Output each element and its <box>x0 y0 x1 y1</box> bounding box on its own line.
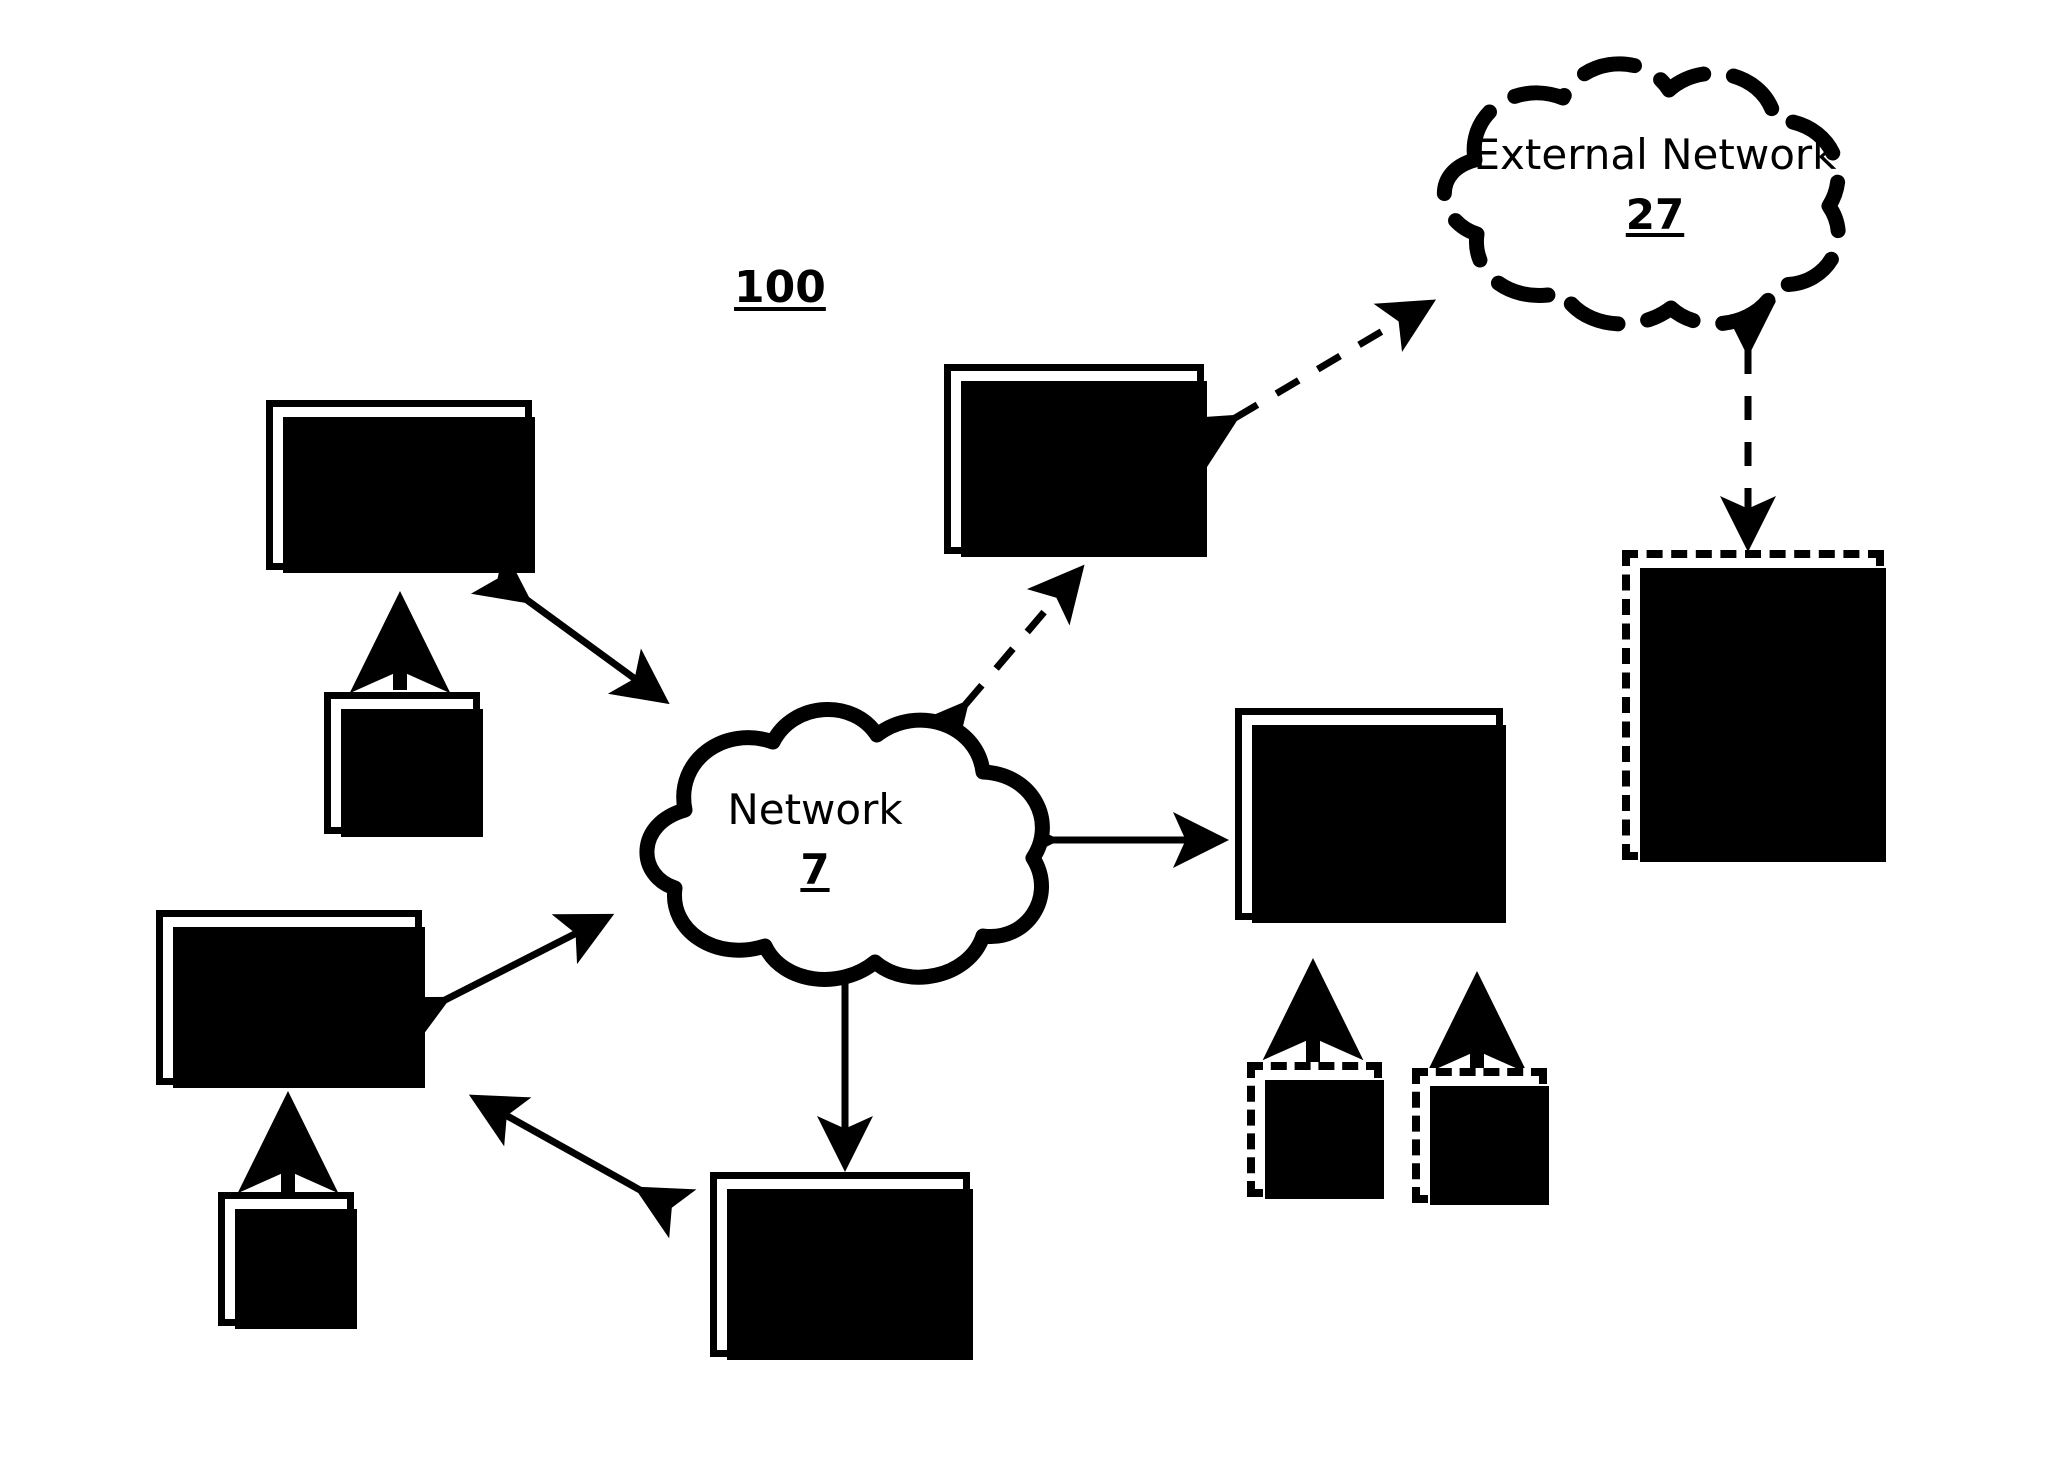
node-network-controller-title: Network Controller <box>1265 733 1473 833</box>
node-access-point[interactable]: Access Point 13 <box>944 364 1207 557</box>
node-id-10a-controller[interactable]: I.D. 10A <box>1412 1068 1549 1205</box>
connector-access-point-to-external-network <box>1178 299 1437 468</box>
node-access-point-title: Access Point <box>1002 378 1146 478</box>
node-remote-devices-title: Remote Devices <box>757 1184 923 1283</box>
connector-appliance10-to-network <box>470 548 670 705</box>
external-network-cloud-shape <box>1437 56 1846 332</box>
node-appliance-11-title: Appliance <box>185 942 393 992</box>
node-id-10a-controller-ref: 10A <box>1438 1140 1521 1185</box>
node-id-10a-appliance-ref: 10A <box>360 768 444 813</box>
connector-network-to-access-point <box>911 564 1085 761</box>
node-remote-server-database-ref: 29 <box>1723 760 1783 810</box>
node-id-11a-controller-title: I.D. <box>1282 1080 1347 1125</box>
connector-network-to-remote-devices-diagonal <box>468 1094 697 1239</box>
node-remote-server-database[interactable]: Remote Server/ Database 29 <box>1622 550 1886 862</box>
node-id-10a-appliance-title: I.D. <box>369 713 435 758</box>
node-network-cloud[interactable]: Network 7 <box>565 690 1065 990</box>
node-network-controller-ref: 15 <box>1339 845 1399 895</box>
node-external-network-cloud[interactable]: External Network 27 <box>1405 40 1905 332</box>
node-appliance-10-title: Appliance <box>295 429 503 479</box>
node-appliance-11[interactable]: Appliance 11 <box>156 910 425 1088</box>
node-remote-devices[interactable]: Remote Devices 17 <box>710 1172 973 1360</box>
figure-number-label: 100 <box>734 262 826 313</box>
node-appliance-11-ref: 11 <box>259 1003 319 1053</box>
node-id-11a-appliance-title: I.D. <box>253 1209 319 1254</box>
node-id-11a-appliance-ref: 11A <box>244 1264 328 1309</box>
node-appliance-10-ref: 10 <box>369 491 429 541</box>
node-remote-devices-ref: 17 <box>810 1295 870 1345</box>
network-cloud-shape <box>639 701 1050 987</box>
node-appliance-10[interactable]: Appliance 10 <box>266 400 535 573</box>
node-id-11a-controller[interactable]: I.D. 11A <box>1247 1062 1384 1199</box>
node-id-11a-appliance[interactable]: I.D. 11A <box>218 1192 357 1329</box>
node-id-11a-controller-ref: 11A <box>1273 1134 1356 1179</box>
node-id-10a-controller-title: I.D. <box>1447 1086 1512 1131</box>
node-network-controller[interactable]: Network Controller 15 <box>1235 708 1506 923</box>
diagram-canvas: 100 Appliance 10 I.D. 10A Appliance 11 I… <box>0 0 2072 1459</box>
node-remote-server-database-title: Remote Server/ Database <box>1652 600 1854 749</box>
node-id-10a-appliance[interactable]: I.D. 10A <box>324 692 483 837</box>
node-access-point-ref: 13 <box>1044 490 1104 540</box>
